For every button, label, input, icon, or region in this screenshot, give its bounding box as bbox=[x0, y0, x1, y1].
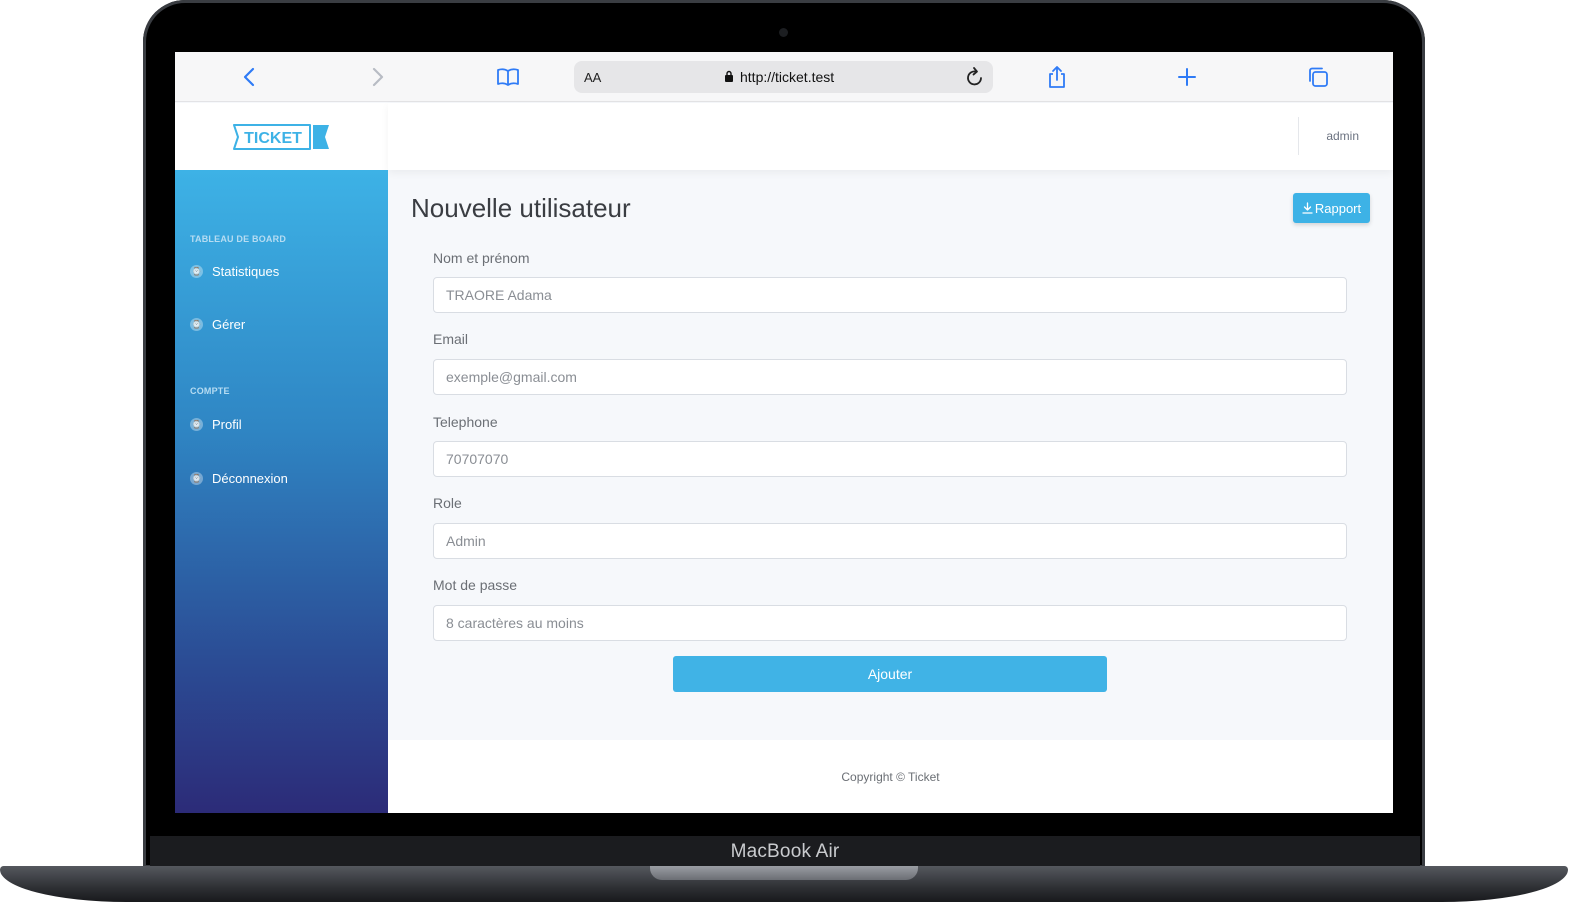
share-icon[interactable] bbox=[1045, 65, 1069, 89]
url-display: http://ticket.test bbox=[724, 69, 834, 85]
lock-icon bbox=[724, 69, 734, 85]
topbar-divider bbox=[1298, 117, 1299, 155]
sidebar-item-gerer[interactable]: ⌚ Gérer bbox=[190, 317, 245, 332]
device-label: MacBook Air bbox=[150, 836, 1420, 868]
url-text: http://ticket.test bbox=[740, 69, 835, 85]
sidebar-item-profil[interactable]: ⌚ Profil bbox=[190, 417, 242, 432]
name-label: Nom et prénom bbox=[433, 250, 530, 266]
page-title: Nouvelle utilisateur bbox=[411, 193, 631, 223]
sidebar: TABLEAU DE BOARD ⌚ Statistiques ⌚ Gérer … bbox=[175, 170, 388, 813]
sidebar-heading-compte: COMPTE bbox=[190, 386, 230, 396]
main-content: Nouvelle utilisateur Rapport Nom et prén… bbox=[388, 170, 1393, 740]
camera bbox=[779, 28, 788, 37]
item-icon: ⌚ bbox=[190, 265, 203, 278]
sidebar-item-label: Déconnexion bbox=[212, 471, 288, 486]
telephone-label: Telephone bbox=[433, 414, 498, 430]
screen: AA http://ticket.test TICKET admin TABLE… bbox=[175, 52, 1393, 813]
chevron-left-icon[interactable] bbox=[237, 65, 261, 89]
sidebar-item-label: Profil bbox=[212, 417, 242, 432]
sidebar-heading-dashboard: TABLEAU DE BOARD bbox=[190, 234, 287, 244]
tabs-icon[interactable] bbox=[1306, 65, 1330, 89]
sidebar-item-label: Gérer bbox=[212, 317, 246, 332]
ticket-logo: TICKET bbox=[232, 123, 329, 150]
laptop-notch bbox=[650, 866, 918, 880]
address-bar[interactable]: AA http://ticket.test bbox=[574, 61, 993, 93]
book-icon[interactable] bbox=[496, 65, 520, 89]
footer: Copyright © Ticket bbox=[388, 740, 1393, 813]
password-label: Mot de passe bbox=[433, 577, 518, 593]
name-input[interactable] bbox=[433, 277, 1347, 313]
download-icon bbox=[1302, 202, 1313, 214]
report-button-label: Rapport bbox=[1314, 200, 1362, 216]
app-topbar: admin bbox=[388, 103, 1393, 170]
add-user-button[interactable]: Ajouter bbox=[673, 656, 1107, 692]
browser-toolbar: AA http://ticket.test bbox=[175, 52, 1393, 102]
copyright-text: Copyright © Ticket bbox=[841, 769, 940, 784]
logo-text: TICKET bbox=[244, 130, 302, 147]
logo-area[interactable]: TICKET bbox=[175, 103, 388, 170]
role-label: Role bbox=[433, 495, 462, 511]
email-input[interactable] bbox=[433, 359, 1347, 395]
report-button[interactable]: Rapport bbox=[1293, 193, 1370, 223]
password-input[interactable] bbox=[433, 605, 1347, 641]
item-icon: ⌚ bbox=[190, 418, 203, 431]
chevron-right-icon[interactable] bbox=[366, 65, 390, 89]
sidebar-item-deconnexion[interactable]: ⌚ Déconnexion bbox=[190, 471, 288, 486]
text-size-button[interactable]: AA bbox=[584, 70, 601, 85]
sidebar-item-statistiques[interactable]: ⌚ Statistiques bbox=[190, 264, 279, 279]
item-icon: ⌚ bbox=[190, 318, 203, 331]
sidebar-item-label: Statistiques bbox=[212, 264, 280, 279]
user-menu[interactable]: admin bbox=[1326, 129, 1359, 143]
plus-icon[interactable] bbox=[1175, 65, 1199, 89]
email-label: Email bbox=[433, 331, 469, 347]
role-input[interactable] bbox=[433, 523, 1347, 559]
item-icon: ⌚ bbox=[190, 472, 203, 485]
telephone-input[interactable] bbox=[433, 441, 1347, 477]
reload-icon[interactable] bbox=[965, 66, 985, 93]
